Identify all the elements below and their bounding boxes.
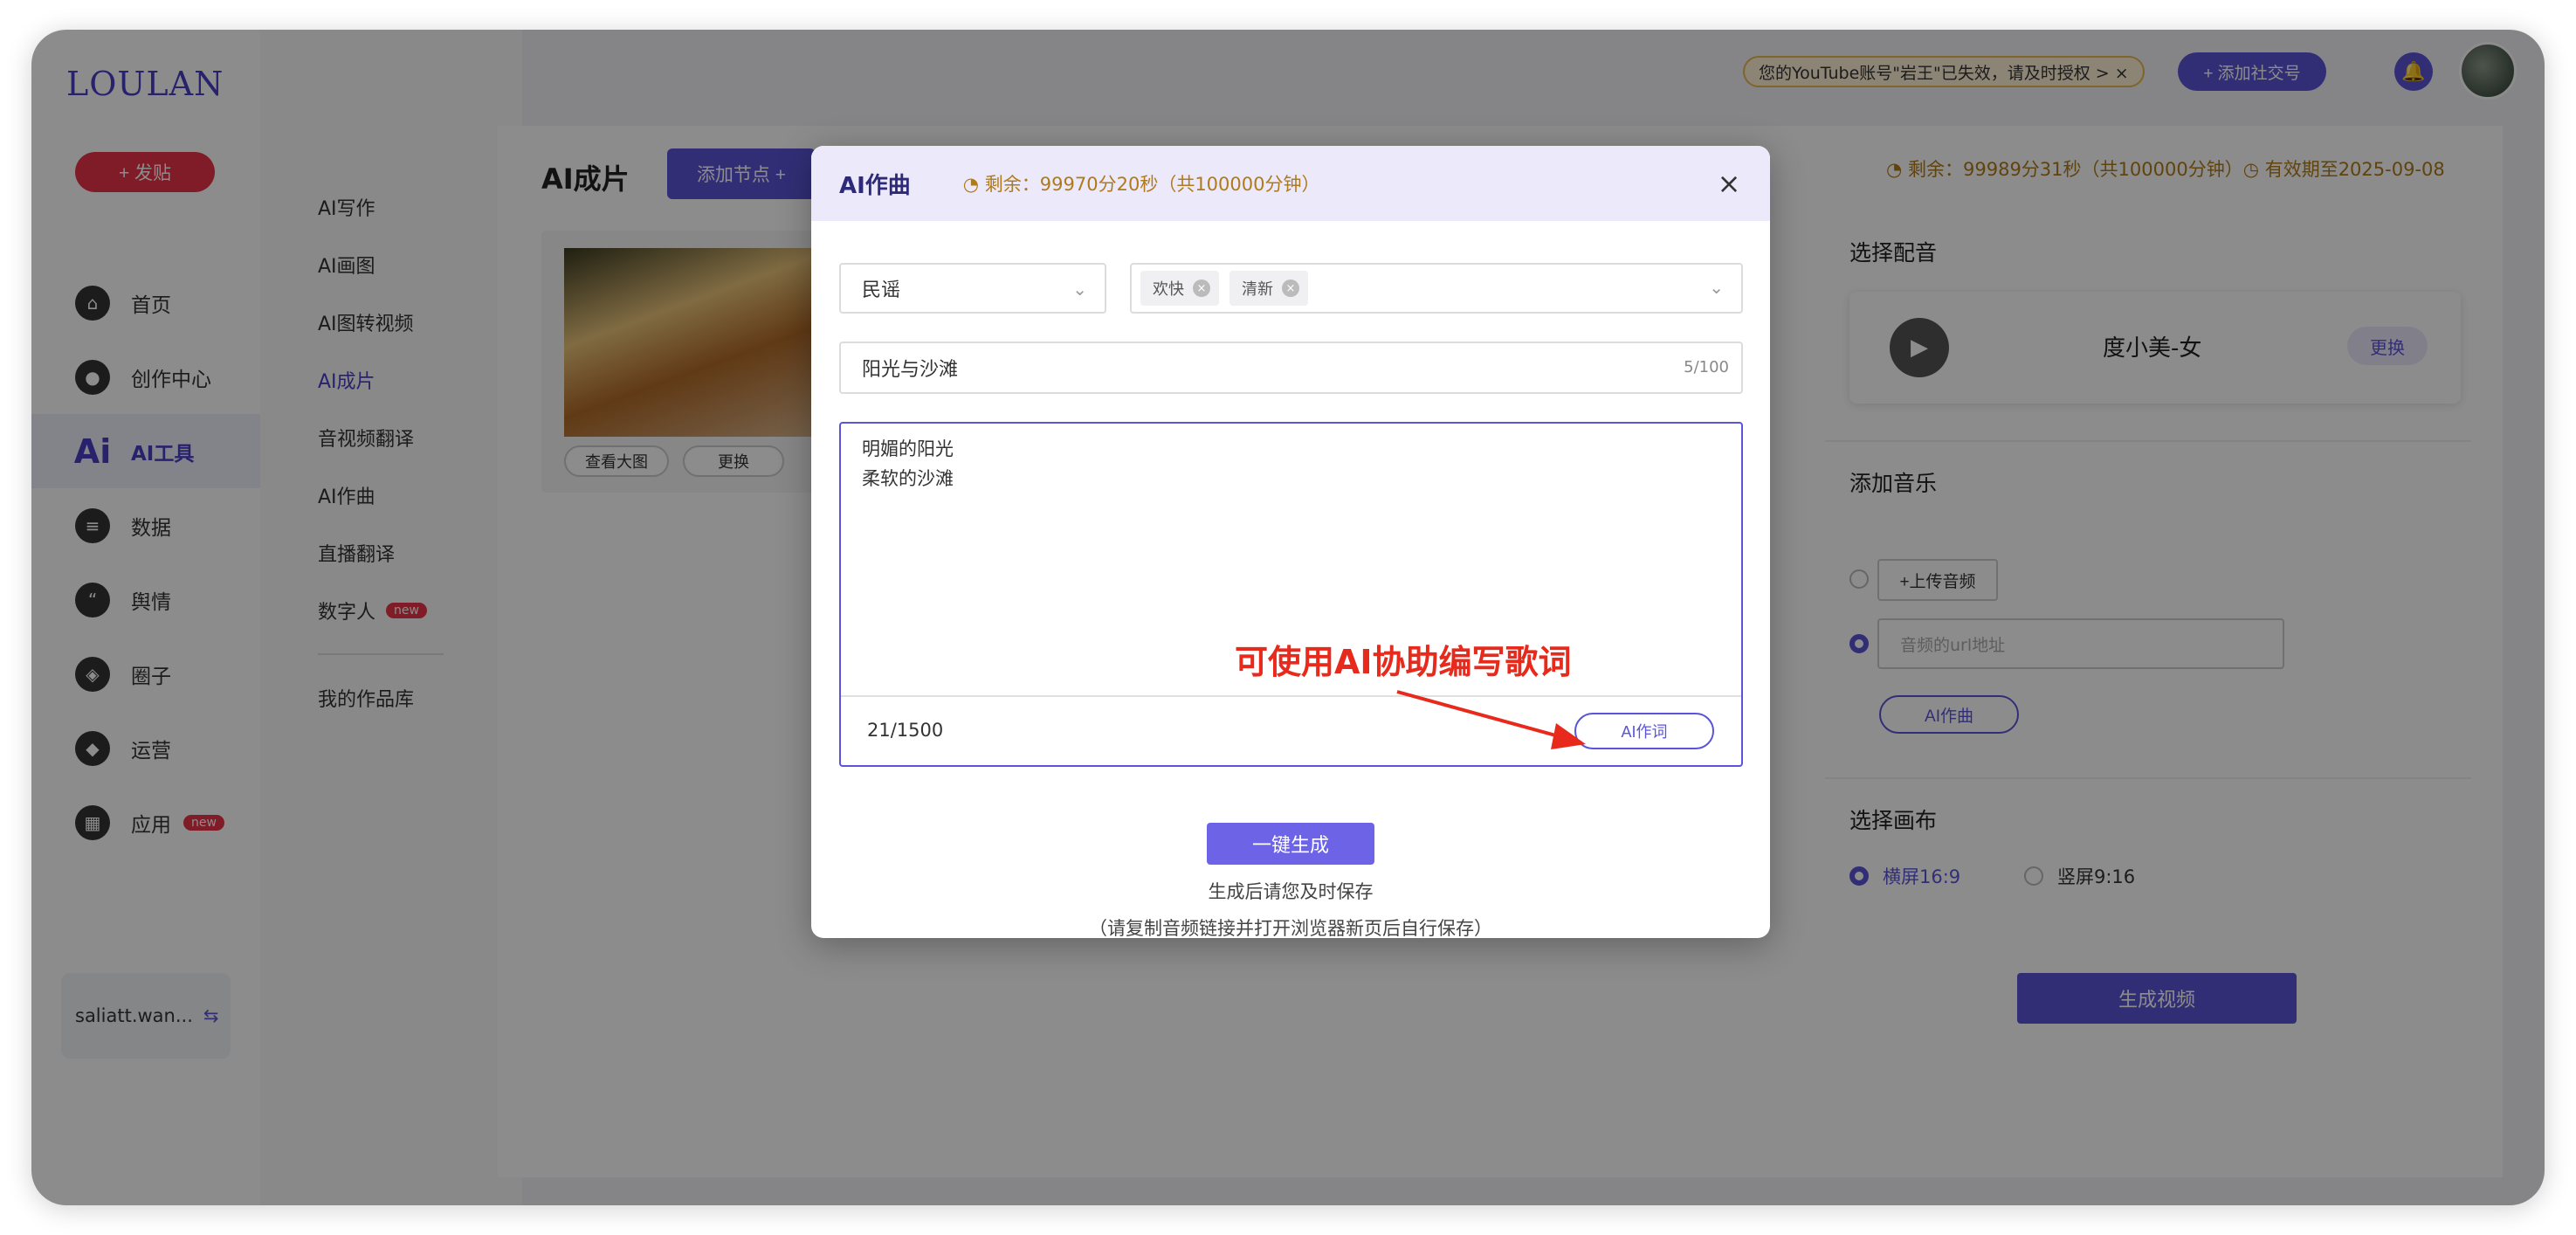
tag-label: 清新 (1242, 280, 1273, 299)
save-note: 生成后请您及时保存 (1208, 881, 1374, 902)
mood-tag: 欢快 × (1140, 271, 1219, 306)
dialog-header: AI作曲 ◔ 剩余：99970分20秒（共100000分钟） × (811, 146, 1770, 221)
song-title-input[interactable]: 阳光与沙滩 5/100 (839, 342, 1743, 394)
one-click-generate-button[interactable]: 一键生成 (1207, 823, 1374, 865)
chevron-down-icon: ⌄ (1072, 279, 1087, 300)
song-title-value: 阳光与沙滩 (862, 359, 959, 381)
chevron-down-icon: ⌄ (1709, 277, 1724, 298)
remove-tag-icon[interactable]: × (1193, 279, 1210, 297)
lyrics-value: 明媚的阳光 柔软的沙滩 (862, 438, 954, 489)
annotation-text: 可使用AI协助编写歌词 (1235, 643, 1572, 681)
lyrics-textarea[interactable]: 明媚的阳光 柔软的沙滩 21/1500 AI作词 (839, 422, 1743, 767)
lyrics-footer: 21/1500 AI作词 (841, 695, 1741, 765)
app-window: LOULAN + 发贴 ⌂ 首页 ● 创作中心 Ai AI工具 ≡ 数据 “ 舆… (31, 30, 2545, 1205)
mood-tag: 清新 × (1229, 271, 1308, 306)
dialog-remaining-quota: ◔ 剩余：99970分20秒（共100000分钟） (962, 174, 1320, 195)
title-char-count: 5/100 (1684, 358, 1729, 376)
remove-tag-icon[interactable]: × (1282, 279, 1299, 297)
mood-tags-select[interactable]: 欢快 × 清新 × ⌄ (1130, 263, 1743, 314)
genre-value: 民谣 (862, 279, 901, 301)
dialog-title: AI作曲 (839, 172, 911, 199)
ai-compose-dialog: AI作曲 ◔ 剩余：99970分20秒（共100000分钟） × 民谣 ⌄ 欢快… (811, 146, 1770, 938)
tag-label: 欢快 (1153, 280, 1184, 299)
annotation-arrow-icon (1396, 690, 1586, 749)
genre-select[interactable]: 民谣 ⌄ (839, 263, 1106, 314)
save-instruction: （请复制音频链接并打开浏览器新页后自行保存） (1089, 918, 1492, 938)
close-icon[interactable]: × (1714, 169, 1744, 198)
lyrics-char-count: 21/1500 (867, 720, 944, 741)
